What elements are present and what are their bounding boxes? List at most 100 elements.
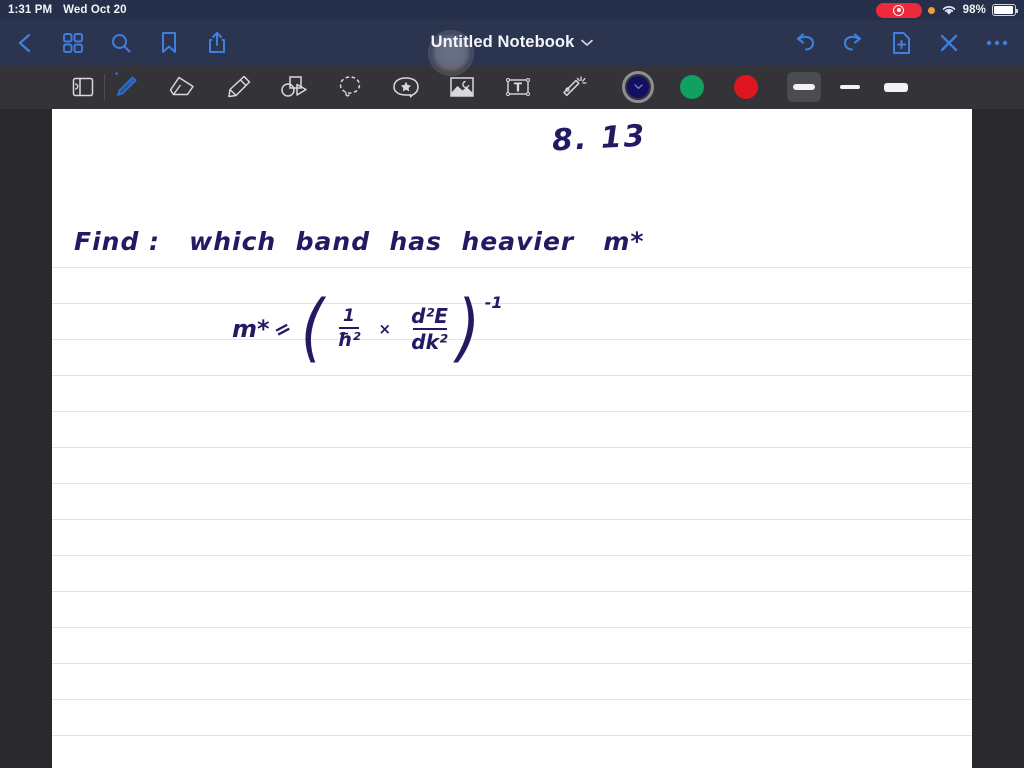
undo-arrow-icon (796, 32, 815, 51)
sticker-tool[interactable] (389, 70, 423, 104)
eraser-tool[interactable] (165, 70, 199, 104)
pen-tool[interactable]: ᛭ (109, 70, 143, 104)
navigation-bar-right (792, 30, 1024, 56)
eraser-icon (169, 76, 194, 96)
battery-icon (992, 4, 1018, 16)
notebook-page[interactable]: 8. 13 Find : which band has heavier m* m… (52, 109, 972, 768)
rule-line (52, 627, 972, 628)
handwritten-line-find: Find : which band has heavier m* (74, 227, 645, 256)
record-dot-icon (893, 4, 905, 16)
document-plus-icon (892, 31, 910, 54)
chevron-down-icon[interactable] (581, 39, 594, 47)
record-dot-center (896, 8, 901, 12)
text-box-icon: T (506, 78, 530, 96)
bookmark-button[interactable] (156, 30, 182, 56)
formula-close-paren: ) (456, 285, 480, 371)
magic-wand-icon (563, 76, 587, 97)
page-layout-tool[interactable] (66, 70, 100, 104)
undo-button[interactable] (792, 30, 818, 56)
toolbar-divider (104, 74, 105, 100)
color-swatch-navy-circle (622, 71, 654, 103)
rule-line (52, 339, 972, 340)
screen-record-indicator[interactable] (875, 2, 922, 18)
navigation-bar: Untitled Notebook (0, 20, 1024, 76)
rule-line (52, 483, 972, 484)
bookmark-icon (162, 32, 176, 53)
stroke-width-thin-bar (840, 85, 860, 89)
tool-bar: ᛭ T (0, 65, 1024, 109)
stroke-width-medium[interactable] (787, 72, 821, 102)
grid-icon (63, 32, 83, 53)
search-icon (112, 33, 131, 53)
status-bar-left: 1:31 PM Wed Oct 20 (8, 4, 127, 16)
highlighter-tool[interactable] (221, 70, 255, 104)
redo-arrow-icon (843, 32, 862, 51)
ellipsis-icon (986, 40, 1008, 45)
stroke-width-thin[interactable] (833, 72, 867, 102)
wifi-icon (942, 6, 955, 15)
formula-fraction-two: d²E dk² (411, 306, 448, 352)
stroke-width-thick-bar (884, 82, 908, 92)
close-x-icon (940, 34, 958, 51)
rule-line (52, 447, 972, 448)
formula-fraction-one: 1 ħ² (337, 307, 360, 350)
page-layout-icon (72, 77, 94, 97)
chevron-down-icon (633, 84, 643, 90)
navigation-bar-left (0, 30, 230, 56)
more-options-button[interactable] (984, 30, 1010, 56)
stroke-width-thick[interactable] (879, 72, 913, 102)
share-icon (209, 32, 225, 53)
rule-line (52, 411, 972, 412)
shapes-tool[interactable] (277, 70, 311, 104)
rule-line (52, 375, 972, 376)
rule-line (52, 735, 972, 736)
close-button[interactable] (936, 30, 962, 56)
rule-line (52, 303, 972, 304)
rule-line (52, 699, 972, 700)
thumbnails-button[interactable] (60, 30, 86, 56)
formula-frac2-numerator: d²E (411, 303, 448, 328)
new-page-button[interactable] (888, 30, 914, 56)
formula-frac1-bar (338, 326, 359, 329)
back-button[interactable] (12, 30, 38, 56)
orange-dot-indicator (927, 6, 935, 14)
rule-line (52, 663, 972, 664)
handwritten-heading: 8. 13 (551, 118, 648, 159)
rule-line (52, 267, 972, 268)
formula-frac2-denominator: dk² (411, 329, 448, 354)
color-swatch-navy[interactable] (621, 70, 655, 104)
rule-line (52, 555, 972, 556)
formula-open-paren: ( (301, 285, 325, 371)
formula-frac2-bar (412, 327, 447, 330)
status-time: 1:31 PM (8, 4, 53, 16)
color-swatch-green[interactable] (675, 70, 709, 104)
sticker-star-icon (393, 77, 419, 98)
canvas-area[interactable]: 8. 13 Find : which band has heavier m* m… (0, 109, 1024, 768)
rule-line (52, 591, 972, 592)
notebook-title[interactable]: Untitled Notebook (431, 33, 575, 52)
highlighter-icon (228, 75, 251, 98)
color-swatch-red[interactable] (729, 70, 763, 104)
color-swatch-green-circle (680, 75, 704, 99)
status-date: Wed Oct 20 (63, 4, 127, 16)
handwritten-formula: m* = ( 1 ħ² × d²E dk² ) -1 (232, 285, 503, 371)
text-box-tool[interactable]: T (501, 70, 535, 104)
rule-line (52, 519, 972, 520)
stroke-width-medium-bar (793, 84, 815, 90)
lasso-icon (339, 76, 361, 97)
lasso-tool[interactable] (333, 70, 367, 104)
image-icon (450, 77, 474, 97)
share-button[interactable] (204, 30, 230, 56)
svg-text:T: T (514, 81, 523, 95)
battery-percent: 98% (962, 4, 986, 16)
magic-wand-tool[interactable] (557, 70, 591, 104)
formula-times: × (378, 319, 392, 338)
shapes-icon (281, 76, 307, 97)
battery-fill (994, 6, 1013, 14)
redo-button[interactable] (840, 30, 866, 56)
bluetooth-icon: ᛭ (114, 69, 120, 79)
search-button[interactable] (108, 30, 134, 56)
status-bar-right: 98% (875, 2, 1018, 18)
status-bar: 1:31 PM Wed Oct 20 98% (0, 0, 1024, 20)
color-swatch-red-circle (734, 75, 758, 99)
